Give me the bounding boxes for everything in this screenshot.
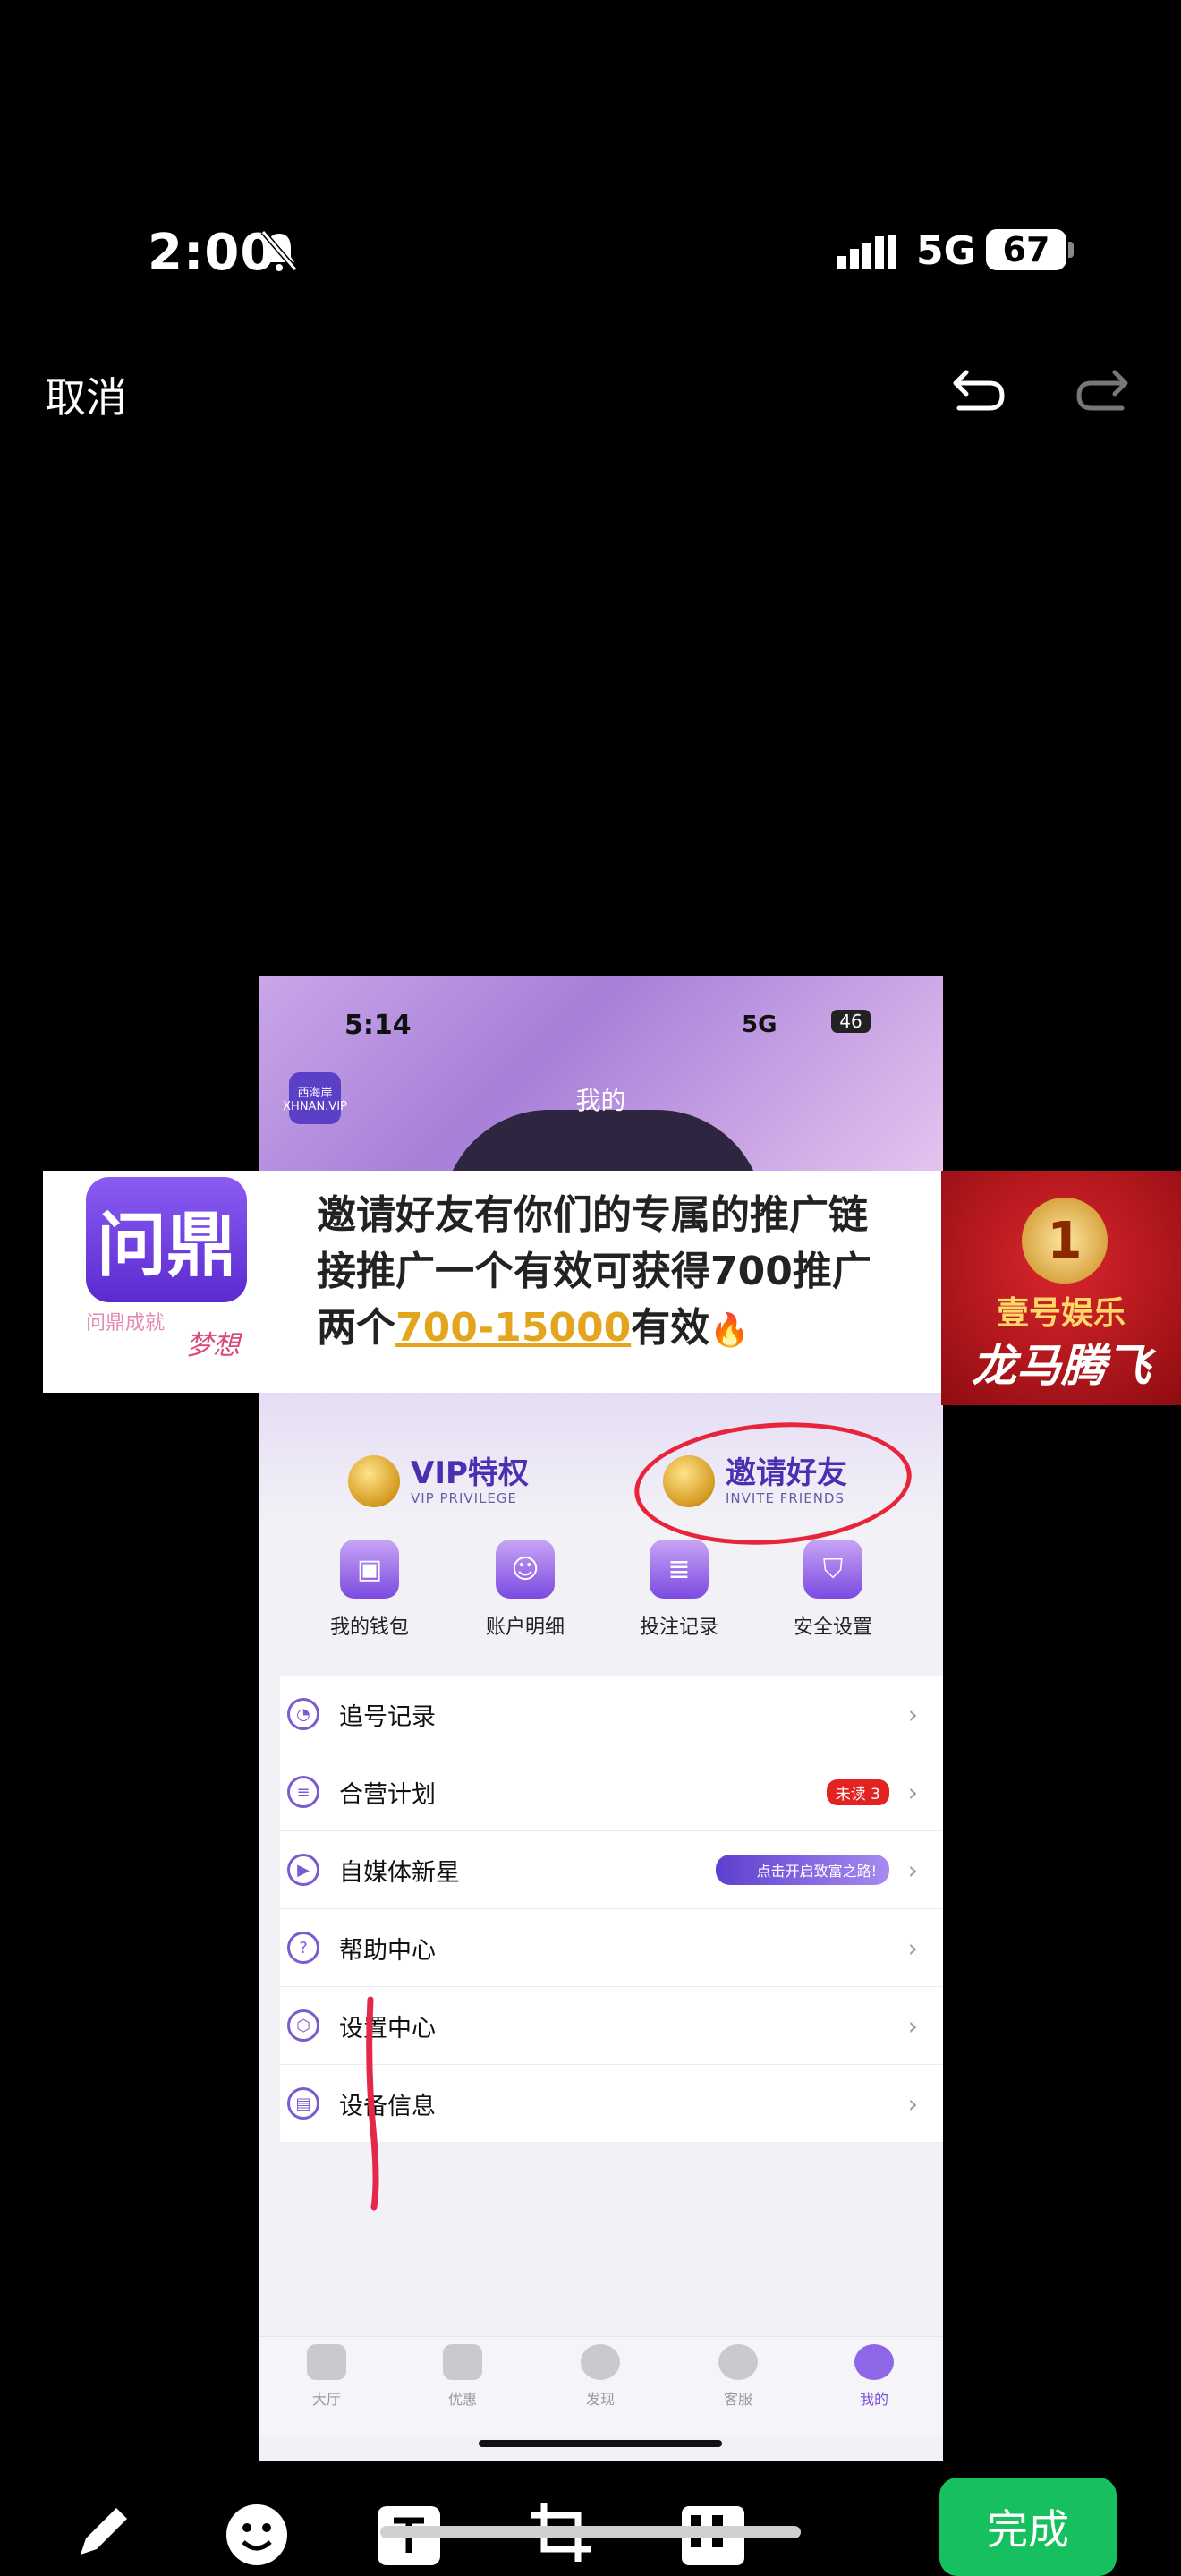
page-title: 我的 — [575, 1086, 626, 1115]
quick-actions: ▣ 我的钱包 ☺ 账户明细 ≣ 投注记录 ⛉ 安全设置 — [259, 1540, 943, 1656]
tab-offers[interactable]: 优惠 — [409, 2344, 516, 2409]
chevron-right-icon: › — [907, 1855, 918, 1885]
pen-stroke — [366, 1996, 379, 2211]
banner-line-2: 接推广一个有效可获得700推广 — [317, 1249, 871, 1294]
records-icon: ≣ — [650, 1540, 709, 1599]
shield-icon: ⛉ — [803, 1540, 862, 1599]
chevron-right-icon: › — [907, 1932, 918, 1963]
plan-icon: ≡ — [287, 1776, 319, 1808]
device-icon: ▤ — [287, 2087, 319, 2120]
tab-label: 客服 — [723, 2391, 752, 2408]
done-button[interactable]: 完成 — [939, 2478, 1117, 2576]
bell-muted-icon — [260, 230, 298, 271]
line3-prefix: 两个 — [317, 1305, 395, 1351]
banner-line-1: 邀请好友有你们的专属的推广链 — [317, 1192, 868, 1238]
quick-label: 安全设置 — [793, 1616, 872, 1639]
menu-label: 追号记录 — [339, 1702, 436, 1731]
menu-item-joint-plan[interactable]: ≡ 合营计划 未读 3 › — [280, 1753, 943, 1831]
phone-network: 5G — [742, 1011, 777, 1038]
stroke-slider[interactable] — [380, 2526, 801, 2538]
brand-slogan: 龙马腾飞 — [972, 1340, 1151, 1392]
chat-bubble-icon — [718, 2344, 758, 2380]
menu-item-media-star[interactable]: ▶ 自媒体新星 点击开启致富之路! › — [280, 1831, 943, 1909]
banner-line-3: 两个700-15000有效🔥 — [317, 1300, 925, 1359]
logo-tagline: 问鼎成就 — [86, 1312, 166, 1335]
quick-label: 我的钱包 — [329, 1616, 409, 1639]
pencil-icon[interactable] — [68, 2497, 138, 2567]
unread-badge: 未读 3 — [826, 1778, 889, 1805]
chevron-right-icon: › — [907, 2088, 918, 2119]
tab-support[interactable]: 客服 — [684, 2344, 792, 2409]
chevron-right-icon: › — [907, 1699, 918, 1729]
chevron-right-icon: › — [907, 2010, 918, 2041]
chevron-right-icon: › — [907, 1777, 918, 1807]
gold-coin-icon: 1 — [1022, 1198, 1108, 1284]
promo-banner: 问鼎 问鼎成就 梦想 邀请好友有你们的专属的推广链 接推广一个有效可获得700推… — [43, 1171, 1181, 1405]
brand-name: 壹号娱乐 — [996, 1295, 1126, 1332]
tab-label: 发现 — [585, 2391, 615, 2408]
vip-subtitle: VIP PRIVILEGE — [411, 1490, 518, 1506]
menu-label: 合营计划 — [339, 1780, 436, 1809]
vip-medal-icon — [348, 1455, 400, 1507]
settings-icon: ⬡ — [287, 2009, 319, 2042]
tab-label: 我的 — [859, 2391, 888, 2408]
help-icon: ? — [287, 1932, 319, 1964]
battery-indicator: 67 — [986, 229, 1066, 270]
cancel-button[interactable]: 取消 — [45, 365, 127, 424]
media-icon: ▶ — [287, 1854, 319, 1886]
menu-item-chase-records[interactable]: ◔ 追号记录 › — [280, 1676, 943, 1753]
vip-privilege-button[interactable]: VIP特权 VIP PRIVILEGE — [348, 1441, 529, 1522]
wending-logo: 问鼎 问鼎成就 梦想 — [61, 1173, 276, 1361]
phone-status-time: 5:14 — [344, 1010, 412, 1041]
user-icon — [854, 2344, 894, 2380]
tab-label: 优惠 — [447, 2391, 477, 2408]
phone-battery: 46 — [831, 1010, 871, 1033]
tab-mine[interactable]: 我的 — [820, 2344, 928, 2409]
bottom-tab-bar: 大厅 优惠 发现 客服 我的 — [259, 2336, 943, 2435]
home-indicator — [479, 2440, 722, 2447]
battery-level: 67 — [1002, 230, 1050, 269]
percent-ticket-icon — [443, 2344, 482, 2380]
network-label: 5G — [916, 228, 976, 274]
emoji-icon[interactable] — [222, 2497, 292, 2567]
redo-icon[interactable] — [1072, 360, 1131, 419]
logo-dream: 梦想 — [186, 1330, 240, 1361]
tab-lobby[interactable]: 大厅 — [273, 2344, 380, 2409]
fire-icon: 🔥 — [709, 1312, 751, 1349]
wallet-icon: ▣ — [340, 1540, 399, 1599]
bet-records-button[interactable]: ≣ 投注记录 — [607, 1540, 751, 1640]
planet-icon — [581, 2344, 620, 2380]
logo-badge: 问鼎 — [86, 1177, 247, 1302]
quick-label: 账户明细 — [485, 1616, 565, 1639]
amount-highlight: 700-15000 — [395, 1305, 632, 1351]
home-icon — [307, 2344, 346, 2380]
tab-discover[interactable]: 发现 — [547, 2344, 654, 2409]
battery-cap — [1068, 242, 1074, 258]
wallet-button[interactable]: ▣ 我的钱包 — [298, 1540, 441, 1640]
menu-label: 帮助中心 — [339, 1936, 436, 1965]
account-icon: ☺ — [496, 1540, 555, 1599]
menu-label: 自媒体新星 — [339, 1858, 460, 1887]
security-settings-button[interactable]: ⛉ 安全设置 — [761, 1540, 905, 1640]
account-details-button[interactable]: ☺ 账户明细 — [454, 1540, 597, 1640]
menu-item-help-center[interactable]: ? 帮助中心 › — [280, 1909, 943, 1987]
vip-title: VIP特权 — [411, 1455, 529, 1491]
signal-icon — [837, 235, 896, 269]
yihao-brand-image: 1 壹号娱乐 龙马腾飞 — [941, 1171, 1181, 1405]
status-time: 2:00 — [148, 224, 276, 282]
line3-suffix: 有效 — [631, 1305, 710, 1351]
undo-icon[interactable] — [950, 360, 1009, 419]
clock-icon: ◔ — [287, 1698, 319, 1730]
banner-message: 邀请好友有你们的专属的推广链 接推广一个有效可获得700推广 两个700-150… — [317, 1187, 925, 1359]
quick-label: 投注记录 — [639, 1616, 718, 1639]
promo-pill: 点击开启致富之路! — [715, 1855, 889, 1885]
tab-label: 大厅 — [311, 2391, 341, 2408]
